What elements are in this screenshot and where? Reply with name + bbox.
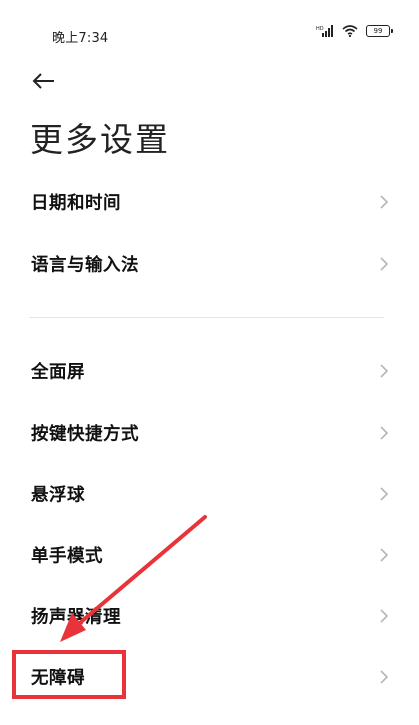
list-item-full-screen[interactable]: 全面屏 bbox=[0, 340, 419, 402]
list-item-one-handed-mode[interactable]: 单手模式 bbox=[0, 524, 419, 586]
battery-tip bbox=[391, 29, 393, 33]
chevron-right-icon bbox=[380, 487, 389, 501]
list-item-label: 日期和时间 bbox=[31, 193, 121, 214]
status-bar: 晚上7:34 HD 99 bbox=[0, 0, 419, 72]
battery-icon: 99 bbox=[366, 25, 393, 37]
chevron-right-icon bbox=[380, 364, 389, 378]
list-item-language-input[interactable]: 语言与输入法 bbox=[0, 233, 419, 295]
cellular-signal-icon: HD bbox=[316, 25, 334, 37]
status-time: 晚上7:34 bbox=[52, 31, 109, 46]
list-item-label: 无障碍 bbox=[31, 668, 85, 689]
list-item-button-shortcuts[interactable]: 按键快捷方式 bbox=[0, 402, 419, 464]
list-item-label: 语言与输入法 bbox=[31, 255, 139, 276]
list-item-speaker-cleaning[interactable]: 扬声器清理 bbox=[0, 585, 419, 647]
list-item-label: 按键快捷方式 bbox=[31, 424, 139, 445]
chevron-right-icon bbox=[380, 426, 389, 440]
chevron-right-icon bbox=[380, 195, 389, 209]
list-item-accessibility[interactable]: 无障碍 bbox=[0, 646, 419, 708]
battery-level: 99 bbox=[366, 25, 390, 37]
page-title: 更多设置 bbox=[30, 120, 170, 159]
divider bbox=[29, 317, 384, 318]
signal-hd-label: HD bbox=[316, 26, 324, 32]
arrow-left-icon bbox=[32, 73, 54, 89]
chevron-right-icon bbox=[380, 548, 389, 562]
list-item-label: 单手模式 bbox=[31, 546, 103, 567]
chevron-right-icon bbox=[380, 609, 389, 623]
chevron-right-icon bbox=[380, 257, 389, 271]
list-item-label: 扬声器清理 bbox=[31, 607, 121, 628]
list-item-date-time[interactable]: 日期和时间 bbox=[0, 171, 419, 233]
list-item-floating-ball[interactable]: 悬浮球 bbox=[0, 463, 419, 525]
list-item-label: 悬浮球 bbox=[31, 485, 85, 506]
chevron-right-icon bbox=[380, 670, 389, 684]
back-button[interactable] bbox=[28, 67, 60, 95]
list-item-label: 全面屏 bbox=[31, 362, 85, 383]
wifi-icon bbox=[342, 25, 358, 37]
status-icons: HD 99 bbox=[316, 25, 393, 37]
